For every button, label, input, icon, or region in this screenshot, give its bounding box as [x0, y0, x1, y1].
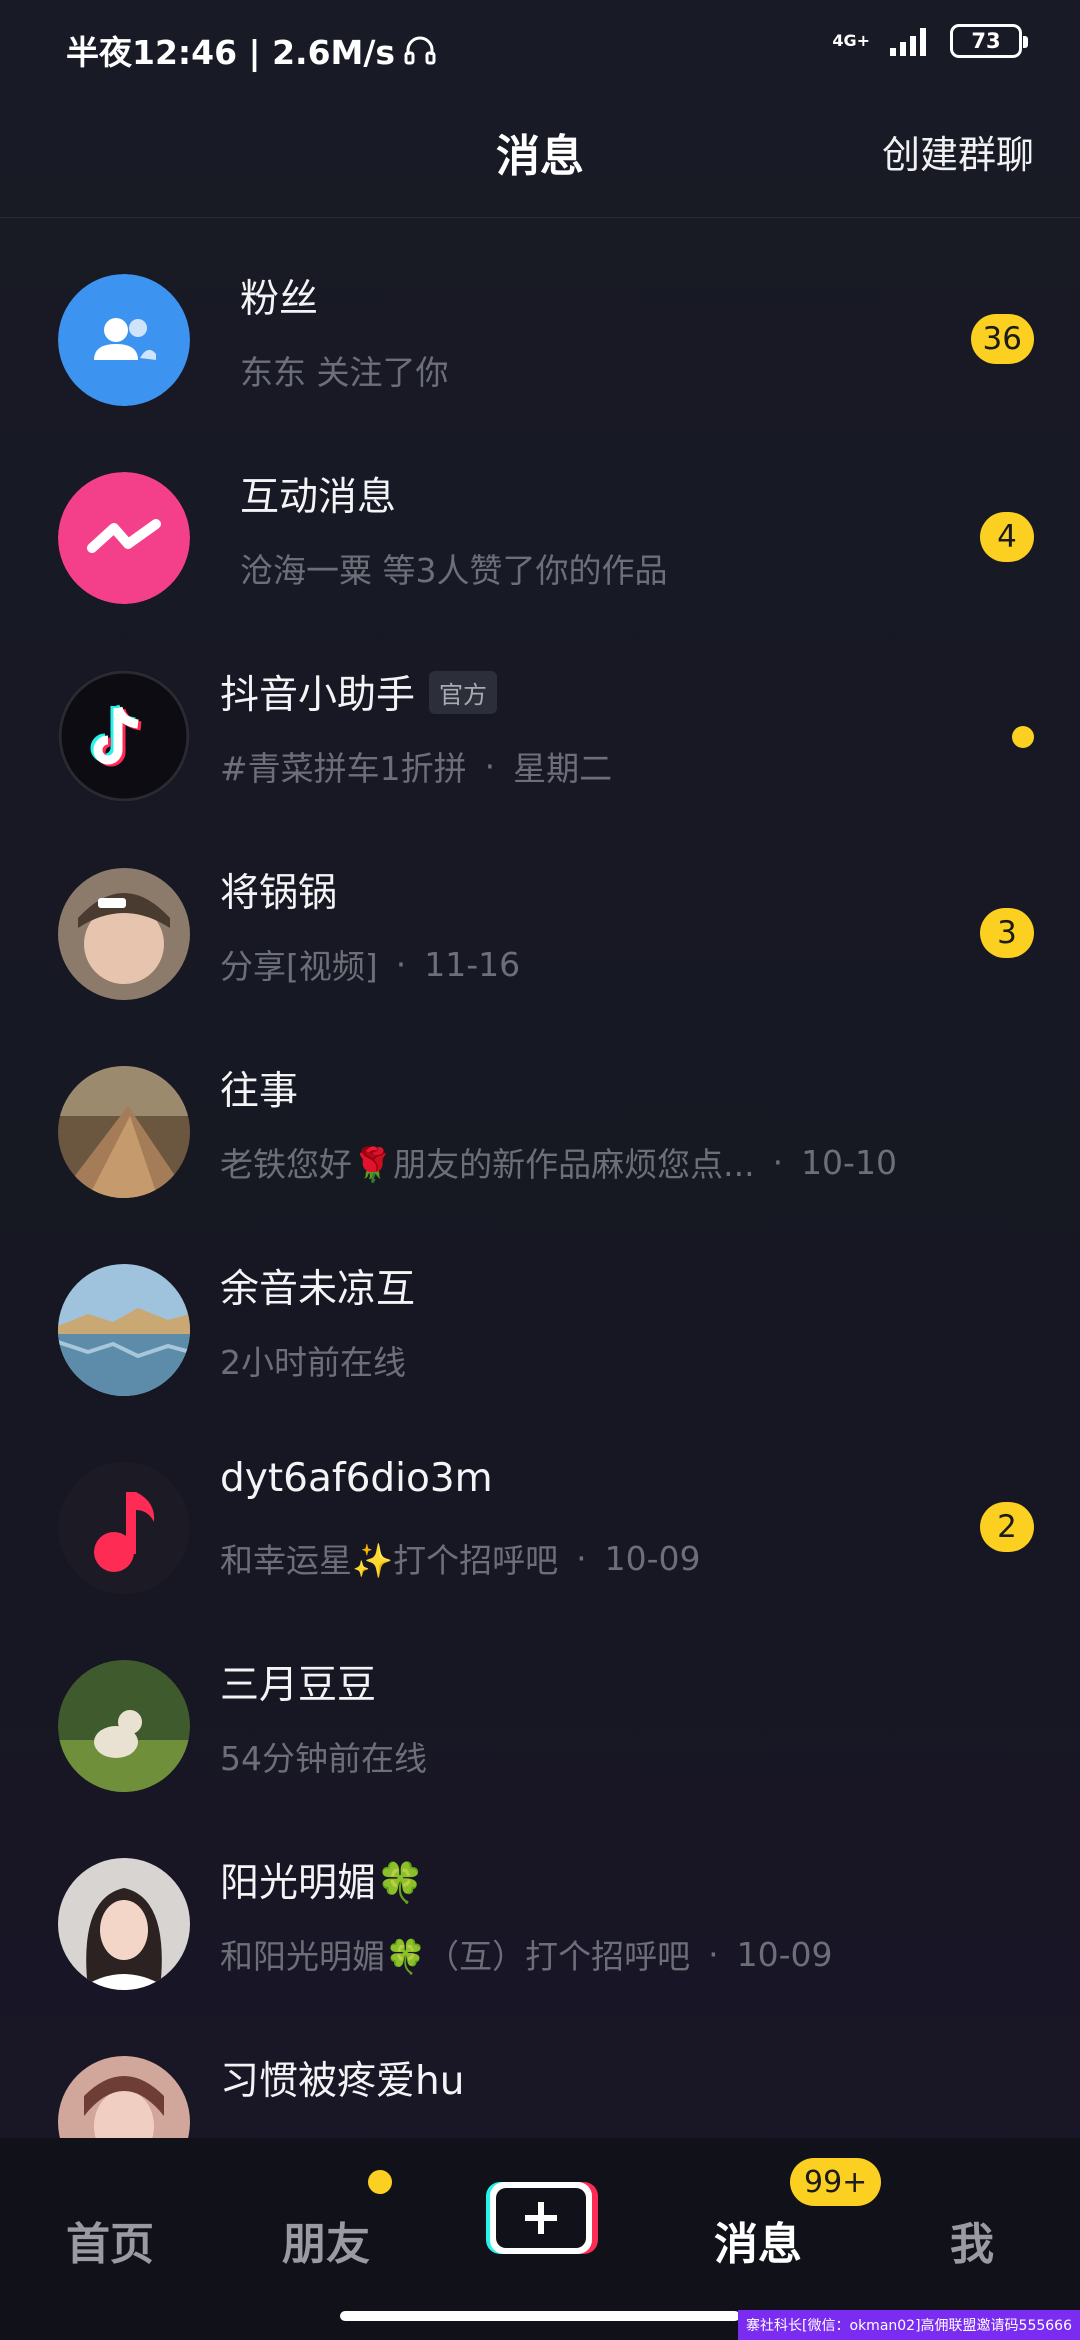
nav-messages[interactable]: 消息: [714, 2208, 802, 2272]
nav-me[interactable]: 我: [950, 2208, 994, 2272]
fans-avatar: [58, 274, 190, 406]
conversation-name-row: 抖音小助手 官方: [220, 664, 498, 720]
conversation-time: 10-09: [736, 1934, 833, 1974]
douyin-assistant-avatar: [58, 670, 190, 802]
list-item-wangshi[interactable]: 往事 老铁您好🌹朋友的新作品麻烦您点... · 10-10: [0, 1010, 1080, 1208]
list-item-yangguangmingmei[interactable]: 阳光明媚🍀 和阳光明媚🍀（互）打个招呼吧 · 10-09: [0, 1802, 1080, 2000]
conversation-name: 粉丝: [240, 277, 319, 322]
conversation-name: 余音未凉互: [220, 1267, 416, 1312]
nav-home[interactable]: 首页: [66, 2208, 154, 2272]
avatar-photo: [58, 868, 190, 1000]
list-item-interactions[interactable]: 互动消息 沧海一粟 等3人赞了你的作品 4: [0, 416, 1080, 614]
separator: ·: [772, 1142, 784, 1182]
friends-unread-dot: [368, 2170, 392, 2194]
unread-badge: 2: [980, 1502, 1034, 1552]
battery-level: 73: [971, 29, 1001, 53]
conversation-subtitle-row: 和幸运星✨打个招呼吧 · 10-09: [220, 1534, 700, 1582]
messages-badge: 99+: [790, 2158, 882, 2206]
conversation-name: 将锅锅: [220, 871, 338, 916]
conversation-subtitle: #青菜拼车1折拼: [220, 749, 467, 788]
avatar-photo: [58, 1858, 190, 1990]
user-avatar: [58, 1066, 190, 1198]
conversation-subtitle: 和幸运星✨打个招呼吧: [220, 1541, 559, 1580]
status-left: 半夜12:46 | 2.6M/s: [66, 26, 437, 74]
conversation-subtitle-row: 老铁您好🌹朋友的新作品麻烦您点... · 10-10: [220, 1138, 897, 1186]
signal-icon: [890, 28, 926, 56]
official-tag: 官方: [429, 670, 498, 714]
list-item-sanyuedoudou[interactable]: 三月豆豆 54分钟前在线: [0, 1604, 1080, 1802]
list-item-douyin-assistant[interactable]: 抖音小助手 官方 #青菜拼车1折拼 · 星期二: [0, 614, 1080, 812]
conversation-name: 往事: [220, 1069, 299, 1114]
separator: ·: [708, 1934, 719, 1974]
list-item-dyt6af6dio3m[interactable]: dyt6af6dio3m 和幸运星✨打个招呼吧 · 10-09 2: [0, 1406, 1080, 1604]
status-right: 4G+ 73: [832, 24, 1028, 58]
conversation-subtitle-row: #青菜拼车1折拼 · 星期二: [220, 742, 612, 790]
unread-badge: 36: [970, 314, 1034, 364]
conversation-time: 10-09: [604, 1538, 701, 1578]
list-item-jiangguoguo[interactable]: 将锅锅 分享[视频] · 11-16 3: [0, 812, 1080, 1010]
list-item-yuyinweilianghu[interactable]: 余音未凉互 2小时前在线: [0, 1208, 1080, 1406]
avatar-photo: [58, 1264, 190, 1396]
user-avatar: [58, 2056, 190, 2138]
conversation-name: 抖音小助手: [220, 673, 416, 718]
conversation-name: 互动消息: [240, 475, 397, 520]
conversation-subtitle-row: 分享[视频] · 11-16: [220, 940, 520, 988]
unread-dot: [1012, 726, 1034, 748]
status-bar: 半夜12:46 | 2.6M/s 4G+ 73: [0, 0, 1080, 100]
interactions-avatar: [58, 472, 190, 604]
avatar-photo: [58, 2056, 190, 2138]
music-note-icon: [58, 1462, 190, 1594]
list-item-xiguanbeiteng[interactable]: 习惯被疼爱hu: [0, 2000, 1080, 2138]
conversation-subtitle: 2小时前在线: [220, 1343, 406, 1382]
separator: ·: [484, 746, 496, 786]
conversation-name: 习惯被疼爱hu: [220, 2059, 465, 2104]
conversation-subtitle: 分享[视频]: [220, 947, 378, 986]
conversation-subtitle: 和阳光明媚🍀（互）打个招呼吧: [220, 1937, 691, 1976]
nav-friends[interactable]: 朋友: [282, 2208, 370, 2272]
home-indicator[interactable]: [340, 2311, 740, 2321]
status-time: 半夜12:46 | 2.6M/s: [66, 33, 396, 72]
user-avatar: [58, 1264, 190, 1396]
separator: ·: [576, 1538, 587, 1578]
interaction-icon: [58, 472, 190, 604]
conversation-time: 星期二: [513, 749, 613, 788]
conversation-subtitle: 54分钟前在线: [220, 1739, 427, 1778]
messages-screen: 半夜12:46 | 2.6M/s 4G+ 73 消息 创建群聊 粉丝 东东 关注…: [0, 0, 1080, 2340]
list-item-fans[interactable]: 粉丝 东东 关注了你 36: [0, 218, 1080, 416]
conversation-subtitle: 沧海一粟 等3人赞了你的作品: [240, 551, 668, 590]
conversation-name: dyt6af6dio3m: [220, 1456, 493, 1501]
tiktok-logo-icon: [58, 670, 190, 802]
conversation-subtitle: 东东 关注了你: [240, 353, 449, 392]
conversation-subtitle: 老铁您好🌹朋友的新作品麻烦您点...: [220, 1145, 755, 1184]
avatar-photo: [58, 1660, 190, 1792]
create-plus-button[interactable]: [484, 2178, 598, 2258]
conversation-time: 11-16: [424, 944, 521, 984]
fans-icon: [58, 274, 190, 406]
user-avatar: [58, 1858, 190, 1990]
conversation-name: 阳光明媚🍀: [220, 1861, 425, 1906]
header: 消息 创建群聊: [0, 100, 1080, 218]
user-avatar: [58, 868, 190, 1000]
unread-badge: 3: [980, 908, 1034, 958]
user-avatar: [58, 1660, 190, 1792]
network-type: 4G+: [832, 31, 870, 50]
headphone-icon: [404, 36, 436, 65]
separator: ·: [395, 944, 407, 984]
battery-indicator: 73: [950, 24, 1028, 58]
conversation-time: 10-10: [801, 1142, 897, 1182]
user-avatar: [58, 1462, 190, 1594]
conversation-name: 三月豆豆: [220, 1663, 377, 1708]
unread-badge: 4: [980, 512, 1034, 562]
avatar-photo: [58, 1066, 190, 1198]
create-group-button[interactable]: 创建群聊: [882, 124, 1034, 179]
conversation-subtitle-row: 和阳光明媚🍀（互）打个招呼吧 · 10-09: [220, 1930, 832, 1978]
watermark: 寨社科长[微信：okman02]高佣联盟邀请码555666: [738, 2310, 1080, 2340]
